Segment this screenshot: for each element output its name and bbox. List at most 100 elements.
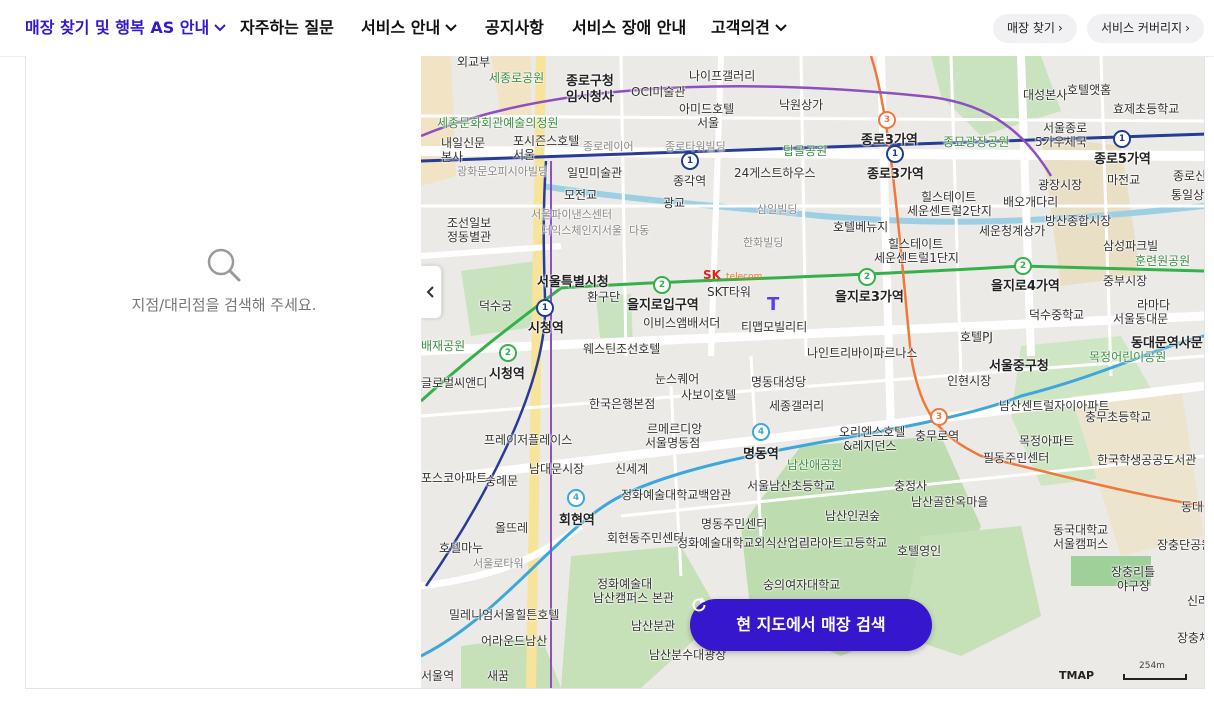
map-label: 남산골한옥마을 <box>911 495 989 509</box>
map-view[interactable]: 1 1 1 1 2 2 2 2 4 4 3 3 SK telecom T 외교부… <box>421 56 1205 689</box>
station-marker[interactable]: 2 <box>858 268 876 286</box>
map-label: 종각역 <box>673 174 707 188</box>
station-marker[interactable]: 1 <box>681 152 699 170</box>
map-label: 세종문화회관예술의정원 <box>437 116 559 130</box>
map-label: 대성본사 <box>1023 88 1068 102</box>
map-label: 종로5가역 <box>1094 152 1151 167</box>
map-label: 호텔PJ <box>960 330 993 344</box>
refresh-icon <box>692 597 706 612</box>
map-label: 중부시장 <box>1103 274 1148 288</box>
map-label: 시청역 <box>489 367 525 382</box>
map-label: 인현시장 <box>947 374 992 388</box>
map-label: 티맵모빌리티 <box>741 320 808 334</box>
map-label: 명동역 <box>743 447 779 462</box>
nav-item-label: 서비스 장애 안내 <box>572 18 687 37</box>
map-label: 종로3가역 <box>867 167 924 182</box>
map-label: 임시청사 <box>566 90 614 105</box>
nav-item-notices[interactable]: 공지사항 <box>485 0 544 56</box>
tmap-poi-icon: T <box>767 294 780 315</box>
map-label: 호텔영인 <box>897 544 942 558</box>
map-label: 서울동대문 <box>1113 312 1169 326</box>
map-label: 정동별관 <box>447 230 492 244</box>
nav-item-label: 서비스 안내 <box>361 18 441 37</box>
station-marker[interactable]: 1 <box>1113 130 1131 148</box>
nav-item-faq[interactable]: 자주하는 질문 <box>240 0 334 56</box>
map-label: 남산캠퍼스 본관 <box>593 591 675 605</box>
map-label: 종묘광장공원 <box>943 135 1010 149</box>
nav-item-service-info[interactable]: 서비스 안내 <box>361 0 458 56</box>
map-label: 을지로4가역 <box>991 279 1060 294</box>
map-label: 호텔마누 <box>439 541 484 555</box>
map-label: 남산애공원 <box>787 458 843 472</box>
map-label: 종로신진 <box>1173 169 1204 183</box>
map-label: 동대문역사문 <box>1131 336 1203 351</box>
map-label: 종로레이어 <box>583 140 634 153</box>
collapse-panel-button[interactable] <box>421 265 442 319</box>
map-label: 목정아파트 <box>1019 434 1075 448</box>
map-label: 새꿈 <box>487 669 510 683</box>
map-scale-label: 254m <box>1139 661 1165 671</box>
map-label: 명동주민센터 <box>701 517 768 531</box>
map-label: 서울명동점 <box>645 436 701 450</box>
map-label: 배오개다리 <box>1003 195 1059 209</box>
station-marker[interactable]: 3 <box>930 408 948 426</box>
map-label: 남산인권숲 <box>825 509 881 523</box>
map-label: 회현역 <box>559 513 595 528</box>
nav-item-outage[interactable]: 서비스 장애 안내 <box>572 0 686 56</box>
nav-item-feedback[interactable]: 고객의견 <box>711 0 788 56</box>
sk-logo-sub: telecom <box>726 272 763 282</box>
map-label: 광장시장 <box>1038 178 1083 192</box>
map-label: 한국은행본점 <box>589 397 656 411</box>
map-label: 호텔앳홈 <box>1067 83 1112 97</box>
nav-item-store-finder[interactable]: 매장 찾기 및 행복 AS 안내 <box>25 0 227 56</box>
map-label: 서울중구청 <box>989 359 1049 374</box>
map-label: 사보이호텔 <box>681 388 737 402</box>
map-label: 한국학생공공도서관 <box>1097 453 1197 467</box>
map-label: 서울남산초등학교 <box>747 479 836 493</box>
map-label: 장충단공원 <box>1157 538 1204 552</box>
chevron-down-icon <box>775 24 787 32</box>
search-this-area-button[interactable]: 현 지도에서 매장 검색 <box>690 597 932 651</box>
map-label: 세운센트럴2단지 <box>907 204 992 218</box>
map-label: 환구단 <box>587 290 621 304</box>
map-label: 남산분관 <box>631 619 676 633</box>
station-marker[interactable]: 4 <box>567 489 585 507</box>
station-marker[interactable]: 2 <box>499 344 517 362</box>
station-marker[interactable]: 2 <box>653 276 671 294</box>
nav-item-label: 고객의견 <box>711 18 770 37</box>
map-label: 리라아트고등학교 <box>799 536 888 550</box>
chevron-right-icon: › <box>1057 21 1063 35</box>
map-label: 충무로역 <box>915 429 960 443</box>
map-label: 동대입구 <box>1181 500 1204 514</box>
chevron-down-icon <box>445 24 457 32</box>
station-marker[interactable]: 2 <box>1014 257 1032 275</box>
map-label: 외교부 <box>457 56 491 69</box>
map-label: 방산종합시장 <box>1045 214 1112 228</box>
station-marker[interactable]: 4 <box>752 423 770 441</box>
nav-item-label: 공지사항 <box>485 18 544 37</box>
coverage-chip[interactable]: 서비스 커버리지 › <box>1087 14 1204 43</box>
map-label: 글로벌씨앤디 <box>421 376 488 390</box>
sk-logo-brand: SK <box>703 268 721 282</box>
map-label: 장충체육관 <box>1177 631 1204 645</box>
nav-item-label: 매장 찾기 및 행복 AS 안내 <box>25 18 210 37</box>
map-label: 세운센트럴1단지 <box>874 251 959 265</box>
map-scale-bar <box>1123 674 1187 680</box>
map-label: 을지로입구역 <box>627 298 699 313</box>
map-label: 정화예술대학교외식산업관 <box>677 536 810 550</box>
map-label: 눈스퀘어 <box>655 372 700 386</box>
map-label: 야구장 <box>1117 579 1151 593</box>
map-label: 서울캠퍼스 <box>1053 537 1109 551</box>
station-marker[interactable]: 1 <box>536 299 554 317</box>
map-label: 종로3가역 <box>861 133 918 148</box>
map-label: OCI미술관 <box>631 85 686 99</box>
map-label: 어라운드남산 <box>481 634 548 648</box>
map-label: 삼일빌딩 <box>757 203 798 216</box>
store-finder-chip[interactable]: 매장 찾기 › <box>993 14 1077 43</box>
map-label: 포스코아파트 <box>421 471 488 485</box>
map-label: 덕수중학교 <box>1029 308 1085 322</box>
map-label: &레지던스 <box>843 439 897 453</box>
chevron-down-icon <box>214 24 226 32</box>
station-marker[interactable]: 3 <box>878 111 896 129</box>
map-label: 서울파이낸스센터 <box>531 208 612 221</box>
